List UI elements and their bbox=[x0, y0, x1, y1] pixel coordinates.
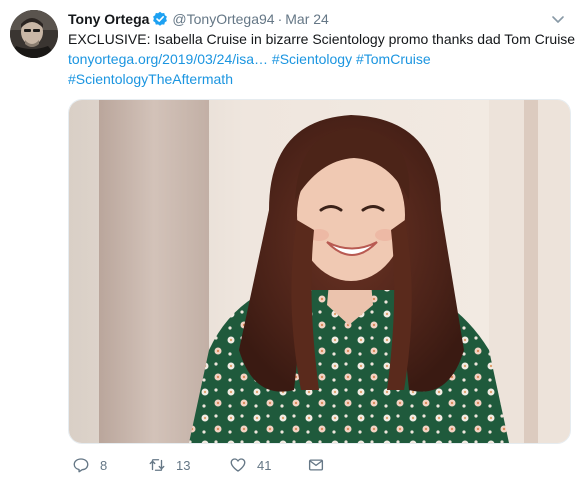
envelope-icon bbox=[308, 459, 324, 471]
tweet-date[interactable]: Mar 24 bbox=[285, 11, 329, 27]
retweet-icon bbox=[149, 459, 165, 471]
like-count: 41 bbox=[257, 457, 272, 473]
reply-button[interactable]: 8 bbox=[72, 455, 107, 475]
photo-image bbox=[69, 100, 570, 443]
chevron-down-icon[interactable] bbox=[550, 11, 566, 27]
hashtag-scientology[interactable]: #Scientology bbox=[272, 51, 352, 67]
reply-icon bbox=[73, 458, 89, 473]
hashtag-scientology-aftermath[interactable]: #ScientologyTheAftermath bbox=[68, 71, 233, 87]
user-handle[interactable]: @TonyOrtega94 bbox=[172, 11, 274, 27]
hashtag-tomcruise[interactable]: #TomCruise bbox=[356, 51, 431, 67]
reply-count: 8 bbox=[100, 457, 108, 473]
tweet-actions: 8 13 41 bbox=[68, 455, 428, 475]
retweet-count: 13 bbox=[176, 457, 191, 473]
tweet-text-line: EXCLUSIVE: Isabella Cruise in bizarre Sc… bbox=[68, 31, 576, 47]
avatar-image bbox=[10, 10, 58, 58]
tweet-link[interactable]: tonyortega.org/2019/03/24/isa… bbox=[68, 51, 268, 67]
tweet-text: EXCLUSIVE: Isabella Cruise in bizarre Sc… bbox=[68, 29, 576, 89]
tweet-header: Tony Ortega @TonyOrtega94 · Mar 24 bbox=[68, 9, 566, 29]
verified-badge-icon bbox=[153, 11, 168, 26]
direct-message-button[interactable] bbox=[307, 455, 325, 475]
retweet-button[interactable]: 13 bbox=[148, 455, 190, 475]
tweet-card[interactable]: Tony Ortega @TonyOrtega94 · Mar 24 EXCLUSI… bbox=[0, 0, 580, 483]
avatar[interactable] bbox=[10, 10, 58, 58]
tweet-photo[interactable] bbox=[68, 99, 571, 444]
heart-icon bbox=[230, 458, 246, 472]
like-button[interactable]: 41 bbox=[229, 455, 271, 475]
separator-dot: · bbox=[277, 11, 283, 27]
display-name[interactable]: Tony Ortega bbox=[68, 11, 149, 27]
